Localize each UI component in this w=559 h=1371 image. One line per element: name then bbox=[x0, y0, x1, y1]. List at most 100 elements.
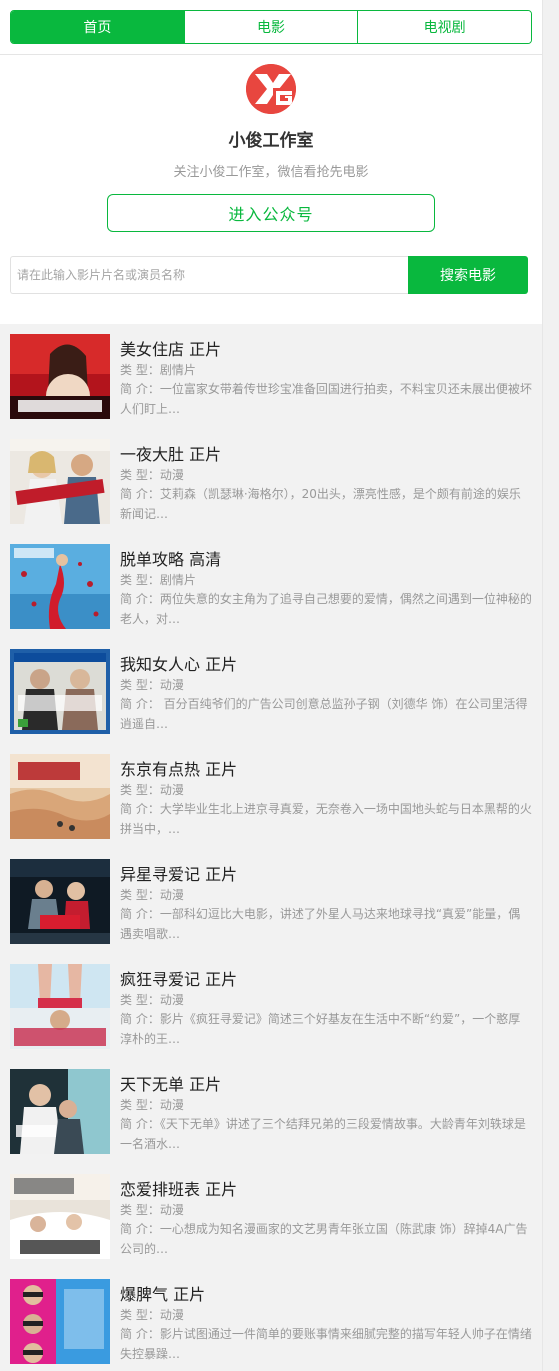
poster-image[interactable] bbox=[10, 1279, 110, 1364]
xg-logo-icon bbox=[246, 64, 296, 114]
intro-label: 简 介： bbox=[120, 907, 160, 921]
movie-genre: 类 型：动漫 bbox=[120, 1306, 184, 1323]
intro-text: 一位富家女带着传世珍宝准备回国进行拍卖，不料宝贝还未展出便被坏人们盯上… bbox=[120, 382, 532, 416]
nav-tabs: 首页 电影 电视剧 bbox=[10, 10, 532, 44]
genre-value: 动漫 bbox=[159, 993, 184, 1007]
genre-value: 动漫 bbox=[159, 1098, 184, 1112]
intro-label: 简 介： bbox=[120, 487, 160, 501]
genre-value: 动漫 bbox=[159, 468, 184, 482]
enter-account-button[interactable]: 进入公众号 bbox=[107, 194, 435, 232]
scrollbar[interactable] bbox=[542, 0, 559, 1371]
intro-text: 一部科幻逗比大电影，讲述了外星人马达来地球寻找“真爱”能量，偶遇卖唱歌… bbox=[120, 907, 521, 941]
intro-text: 影片试图通过一件简单的要账事情来细腻完整的描写年轻人帅子在情绪失控暴躁… bbox=[120, 1327, 532, 1361]
movie-intro: 简 介：大学毕业生北上进京寻真爱，无奈卷入一场中国地头蛇与日本黑帮的火拼当中，… bbox=[120, 799, 532, 839]
genre-value: 动漫 bbox=[159, 783, 184, 797]
search-input[interactable] bbox=[10, 256, 408, 294]
search-button[interactable]: 搜索电影 bbox=[408, 256, 528, 294]
movie-title[interactable]: 东京有点热 正片 bbox=[120, 756, 237, 780]
movie-intro: 简 介： 百分百纯爷们的广告公司创意总监孙子钢（刘德华 饰）在公司里活得逍遥自… bbox=[120, 694, 532, 734]
tab-home[interactable]: 首页 bbox=[11, 11, 184, 43]
genre-label: 类 型： bbox=[120, 1203, 160, 1217]
poster-image[interactable] bbox=[10, 649, 110, 734]
intro-text: 一心想成为知名漫画家的文艺男青年张立国（陈武康 饰）辞掉4A广告公司的… bbox=[120, 1222, 528, 1256]
genre-value: 剧情片 bbox=[159, 363, 196, 377]
list-item[interactable]: 异星寻爱记 正片 类 型：动漫 简 介：一部科幻逗比大电影，讲述了外星人马达来地… bbox=[0, 849, 542, 954]
intro-label: 简 介： bbox=[120, 382, 160, 396]
genre-label: 类 型： bbox=[120, 1098, 160, 1112]
genre-label: 类 型： bbox=[120, 468, 160, 482]
list-item[interactable]: 美女住店 正片 类 型：剧情片 简 介：一位富家女带着传世珍宝准备回国进行拍卖，… bbox=[0, 324, 542, 429]
movie-intro: 简 介：一心想成为知名漫画家的文艺男青年张立国（陈武康 饰）辞掉4A广告公司的… bbox=[120, 1219, 532, 1259]
poster-image[interactable] bbox=[10, 1174, 110, 1259]
genre-label: 类 型： bbox=[120, 678, 160, 692]
list-item[interactable]: 恋爱排班表 正片 类 型：动漫 简 介：一心想成为知名漫画家的文艺男青年张立国（… bbox=[0, 1164, 542, 1269]
movie-intro: 简 介：一位富家女带着传世珍宝准备回国进行拍卖，不料宝贝还未展出便被坏人们盯上… bbox=[120, 379, 532, 419]
list-item[interactable]: 我知女人心 正片 类 型：动漫 简 介： 百分百纯爷们的广告公司创意总监孙子钢（… bbox=[0, 639, 542, 744]
movie-title[interactable]: 天下无单 正片 bbox=[120, 1071, 221, 1095]
page: 首页 电影 电视剧 小俊工作室 关注小俊工作室，微信看抢先电影 进入公众号 搜索… bbox=[0, 0, 542, 1371]
intro-text: 大学毕业生北上进京寻真爱，无奈卷入一场中国地头蛇与日本黑帮的火拼当中，… bbox=[120, 802, 532, 836]
movie-title[interactable]: 一夜大肚 正片 bbox=[120, 441, 221, 465]
genre-label: 类 型： bbox=[120, 363, 160, 377]
genre-value: 剧情片 bbox=[159, 573, 196, 587]
poster-image[interactable] bbox=[10, 859, 110, 944]
intro-label: 简 介： bbox=[120, 697, 160, 711]
movie-genre: 类 型：动漫 bbox=[120, 886, 184, 903]
intro-label: 简 介： bbox=[120, 1012, 160, 1026]
poster-image[interactable] bbox=[10, 439, 110, 524]
genre-value: 动漫 bbox=[159, 888, 184, 902]
poster-image[interactable] bbox=[10, 754, 110, 839]
movie-title[interactable]: 脱单攻略 高清 bbox=[120, 546, 221, 570]
intro-text: 《天下无单》讲述了三个结拜兄弟的三段爱情故事。大龄青年刘轶球是一名酒水… bbox=[120, 1117, 526, 1151]
list-item[interactable]: 脱单攻略 高清 类 型：剧情片 简 介：两位失意的女主角为了追寻自己想要的爱情，… bbox=[0, 534, 542, 639]
studio-name: 小俊工作室 bbox=[228, 131, 314, 151]
movie-intro: 简 介：一部科幻逗比大电影，讲述了外星人马达来地球寻找“真爱”能量，偶遇卖唱歌… bbox=[120, 904, 532, 944]
list-item[interactable]: 爆脾气 正片 类 型：动漫 简 介：影片试图通过一件简单的要账事情来细腻完整的描… bbox=[0, 1269, 542, 1371]
movie-title[interactable]: 异星寻爱记 正片 bbox=[120, 861, 237, 885]
movie-intro: 简 介：艾莉森（凯瑟琳·海格尔），20出头，漂亮性感，是个颇有前途的娱乐新闻记… bbox=[120, 484, 532, 524]
intro-label: 简 介： bbox=[120, 1117, 160, 1131]
movie-title[interactable]: 美女住店 正片 bbox=[120, 336, 221, 360]
movie-title[interactable]: 疯狂寻爱记 正片 bbox=[120, 966, 237, 990]
movie-intro: 简 介：影片《疯狂寻爱记》简述三个好基友在生活中不断“约爱”，一个憨厚淳朴的王… bbox=[120, 1009, 532, 1049]
tab-movies[interactable]: 电影 bbox=[183, 11, 358, 43]
movie-intro: 简 介：影片试图通过一件简单的要账事情来细腻完整的描写年轻人帅子在情绪失控暴躁… bbox=[120, 1324, 532, 1364]
poster-image[interactable] bbox=[10, 1069, 110, 1154]
search-bar: 搜索电影 bbox=[10, 256, 528, 294]
movie-intro: 简 介：《天下无单》讲述了三个结拜兄弟的三段爱情故事。大龄青年刘轶球是一名酒水… bbox=[120, 1114, 532, 1154]
intro-text: 百分百纯爷们的广告公司创意总监孙子钢（刘德华 饰）在公司里活得逍遥自… bbox=[120, 697, 528, 731]
list-item[interactable]: 疯狂寻爱记 正片 类 型：动漫 简 介：影片《疯狂寻爱记》简述三个好基友在生活中… bbox=[0, 954, 542, 1059]
poster-image[interactable] bbox=[10, 544, 110, 629]
genre-value: 动漫 bbox=[159, 1203, 184, 1217]
intro-label: 简 介： bbox=[120, 592, 160, 606]
movie-genre: 类 型：动漫 bbox=[120, 466, 184, 483]
genre-value: 动漫 bbox=[159, 1308, 184, 1322]
genre-label: 类 型： bbox=[120, 993, 160, 1007]
movie-genre: 类 型：动漫 bbox=[120, 781, 184, 798]
poster-image[interactable] bbox=[10, 334, 110, 419]
movie-list: 美女住店 正片 类 型：剧情片 简 介：一位富家女带着传世珍宝准备回国进行拍卖，… bbox=[0, 324, 542, 1371]
divider bbox=[0, 54, 542, 55]
tab-tv[interactable]: 电视剧 bbox=[357, 11, 531, 43]
movie-genre: 类 型：动漫 bbox=[120, 991, 184, 1008]
genre-value: 动漫 bbox=[159, 678, 184, 692]
intro-text: 两位失意的女主角为了追寻自己想要的爱情，偶然之间遇到一位神秘的老人，对… bbox=[120, 592, 532, 626]
movie-intro: 简 介：两位失意的女主角为了追寻自己想要的爱情，偶然之间遇到一位神秘的老人，对… bbox=[120, 589, 532, 629]
movie-genre: 类 型：动漫 bbox=[120, 1201, 184, 1218]
movie-title[interactable]: 爆脾气 正片 bbox=[120, 1281, 205, 1305]
studio-subtitle: 关注小俊工作室，微信看抢先电影 bbox=[173, 165, 369, 180]
movie-title[interactable]: 恋爱排班表 正片 bbox=[120, 1176, 237, 1200]
list-item[interactable]: 东京有点热 正片 类 型：动漫 简 介：大学毕业生北上进京寻真爱，无奈卷入一场中… bbox=[0, 744, 542, 849]
movie-title[interactable]: 我知女人心 正片 bbox=[120, 651, 237, 675]
intro-label: 简 介： bbox=[120, 1327, 160, 1341]
list-item[interactable]: 一夜大肚 正片 类 型：动漫 简 介：艾莉森（凯瑟琳·海格尔），20出头，漂亮性… bbox=[0, 429, 542, 534]
movie-genre: 类 型：动漫 bbox=[120, 676, 184, 693]
genre-label: 类 型： bbox=[120, 888, 160, 902]
intro-label: 简 介： bbox=[120, 802, 160, 816]
movie-genre: 类 型：剧情片 bbox=[120, 571, 196, 588]
genre-label: 类 型： bbox=[120, 1308, 160, 1322]
intro-label: 简 介： bbox=[120, 1222, 160, 1236]
intro-text: 影片《疯狂寻爱记》简述三个好基友在生活中不断“约爱”，一个憨厚淳朴的王… bbox=[120, 1012, 521, 1046]
list-item[interactable]: 天下无单 正片 类 型：动漫 简 介：《天下无单》讲述了三个结拜兄弟的三段爱情故… bbox=[0, 1059, 542, 1164]
poster-image[interactable] bbox=[10, 964, 110, 1049]
